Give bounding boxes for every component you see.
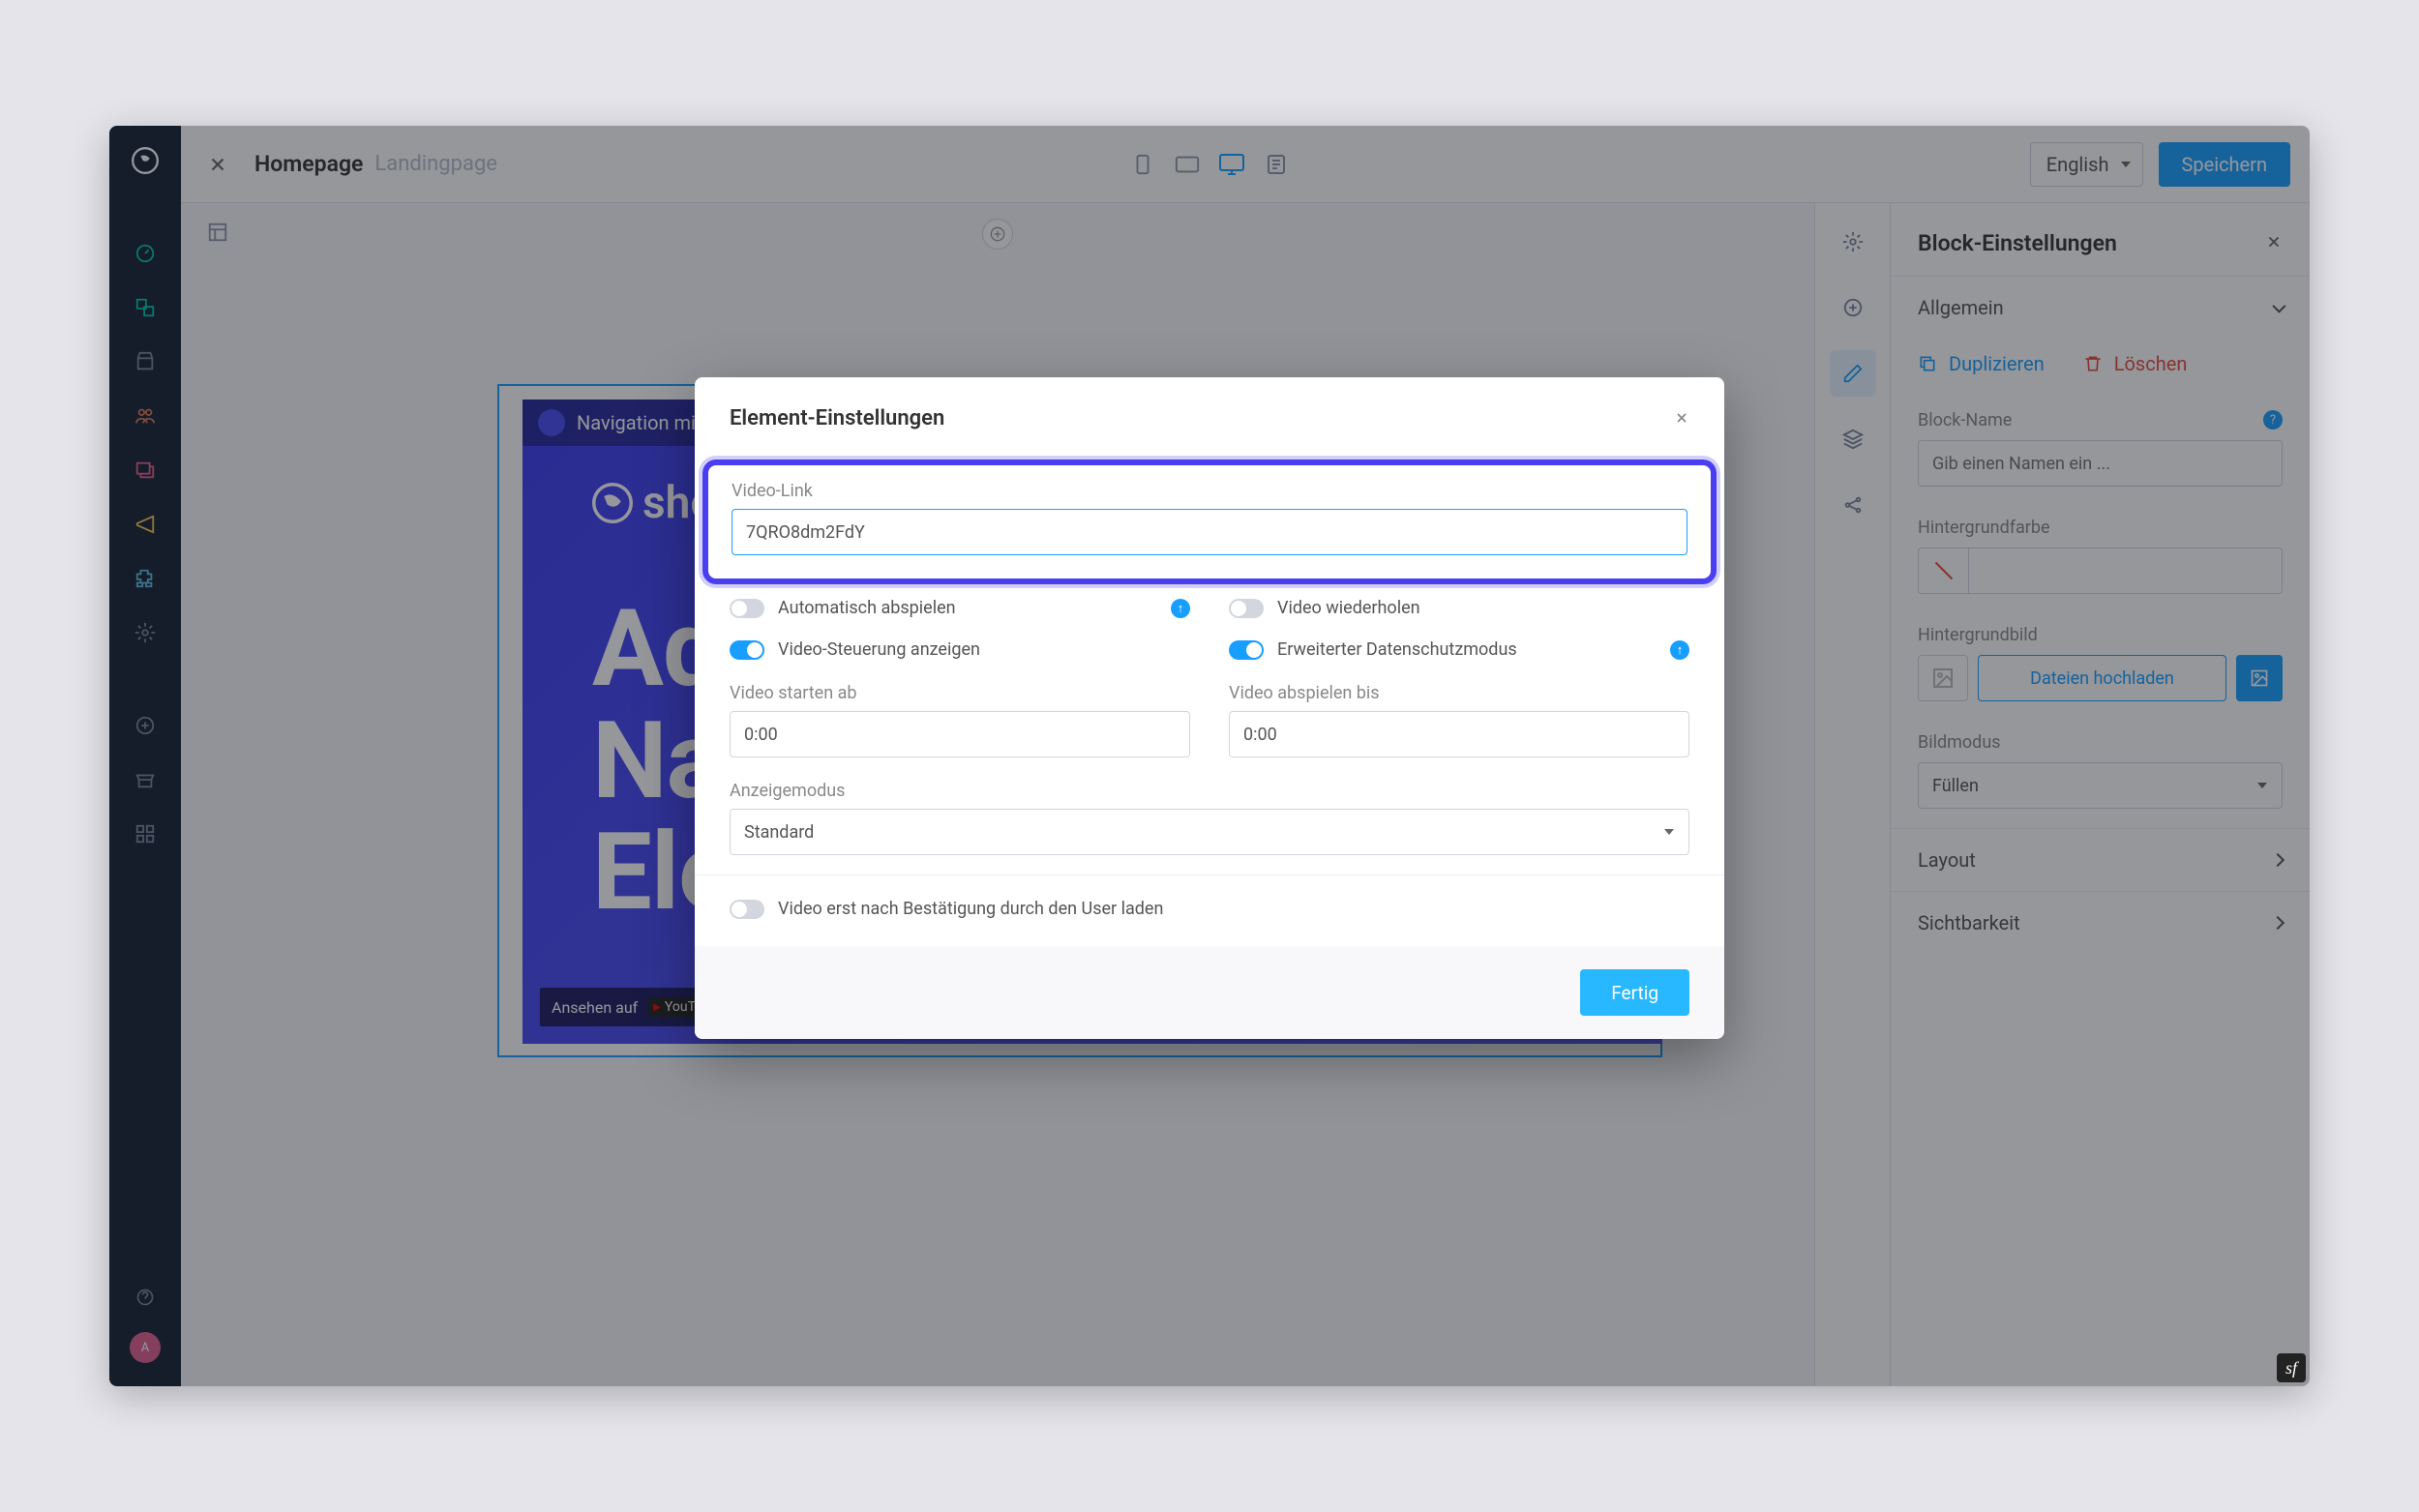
video-link-input[interactable]	[732, 509, 1687, 555]
end-time-input[interactable]	[1229, 711, 1689, 757]
privacy-label: Erweiterter Datenschutzmodus	[1277, 639, 1657, 660]
video-link-highlight: Video-Link	[702, 460, 1717, 584]
app-window: A Homepage Landingpage English Speichern	[109, 126, 2310, 1386]
modal-title: Element-Einstellungen	[730, 406, 944, 430]
controls-toggle[interactable]	[730, 640, 764, 660]
video-link-label: Video-Link	[732, 481, 1687, 501]
element-settings-modal: Element-Einstellungen Video-Link Automat…	[695, 377, 1724, 1039]
end-time-label: Video abspielen bis	[1229, 683, 1689, 703]
confirm-load-toggle[interactable]	[730, 900, 764, 919]
modal-overlay[interactable]: Element-Einstellungen Video-Link Automat…	[109, 126, 2310, 1386]
loop-toggle[interactable]	[1229, 599, 1264, 618]
symfony-badge-icon[interactable]: sf	[2277, 1353, 2306, 1382]
loop-label: Video wiederholen	[1277, 598, 1689, 618]
start-time-label: Video starten ab	[730, 683, 1190, 703]
done-button[interactable]: Fertig	[1580, 969, 1689, 1016]
privacy-toggle[interactable]	[1229, 640, 1264, 660]
close-modal-button[interactable]	[1674, 407, 1689, 430]
autoplay-label: Automatisch abspielen	[778, 598, 1157, 618]
info-icon[interactable]: ↑	[1670, 640, 1689, 660]
autoplay-toggle[interactable]	[730, 599, 764, 618]
controls-label: Video-Steuerung anzeigen	[778, 639, 1190, 660]
info-icon[interactable]: ↑	[1171, 599, 1190, 618]
display-mode-label: Anzeigemodus	[730, 781, 1689, 801]
start-time-input[interactable]	[730, 711, 1190, 757]
confirm-load-label: Video erst nach Bestätigung durch den Us…	[778, 899, 1689, 919]
display-mode-select[interactable]: Standard	[730, 809, 1689, 855]
